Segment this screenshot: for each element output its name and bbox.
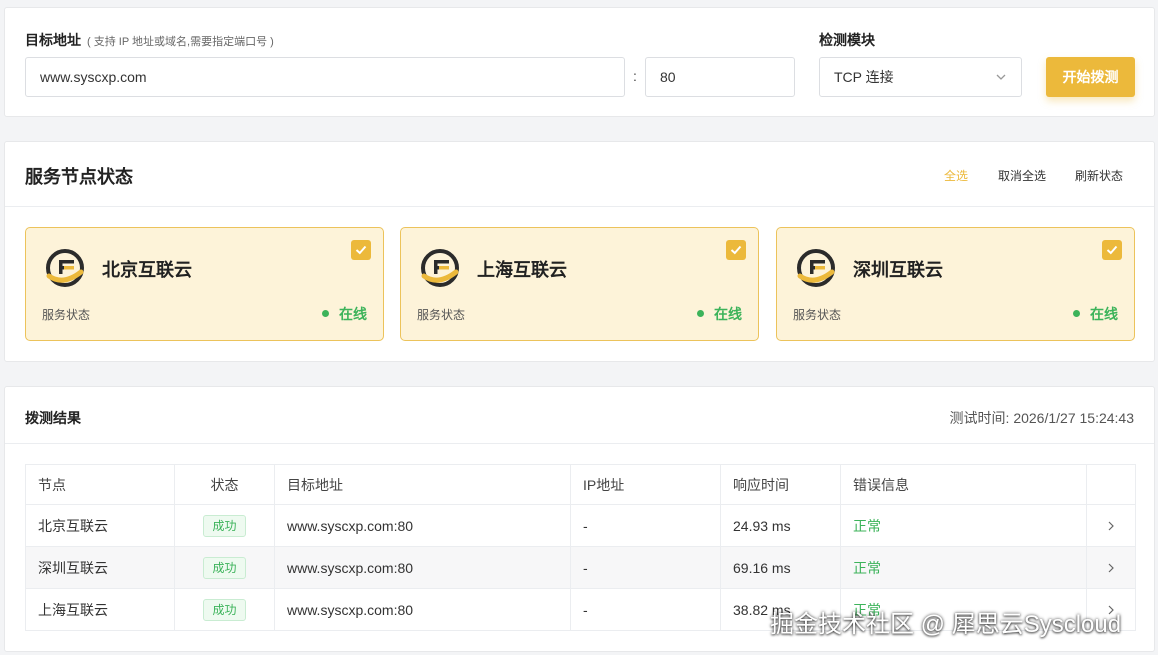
watermark: 掘金技术社区 @ 犀思云Syscloud [770, 611, 1122, 638]
cell-time: 69.16 ms [720, 546, 841, 589]
select-all-button[interactable]: 全选 [944, 167, 968, 184]
deselect-all-button[interactable]: 取消全选 [998, 167, 1046, 184]
module-label: 检测模块 [819, 32, 875, 48]
cell-target: www.syscxp.com:80 [274, 588, 571, 631]
chevron-right-icon[interactable] [1106, 521, 1116, 531]
chevron-right-icon[interactable] [1106, 563, 1116, 573]
online-dot-icon [322, 310, 329, 317]
column-header: 响应时间 [720, 464, 841, 505]
success-badge: 成功 [203, 556, 246, 579]
node-checkbox[interactable] [726, 240, 746, 260]
column-header: 状态 [174, 464, 275, 505]
cell-node: 上海互联云 [25, 588, 175, 631]
node-name: 北京互联云 [102, 260, 192, 280]
target-address-hint: ( 支持 IP 地址或域名,需要指定端口号 ) [87, 36, 274, 48]
chevron-down-icon [996, 74, 1006, 80]
column-header: 错误信息 [840, 464, 1087, 505]
node-card-shenzhen[interactable]: 深圳互联云 服务状态 在线 [776, 227, 1135, 341]
node-name: 上海互联云 [477, 260, 567, 280]
node-status-online: 在线 [322, 304, 367, 324]
cell-ip: - [570, 588, 721, 631]
column-header: 节点 [25, 464, 175, 505]
cell-error: 正常 [840, 546, 1087, 589]
cell-target: www.syscxp.com:80 [274, 546, 571, 589]
service-nodes-card: 服务节点状态 全选 取消全选 刷新状态 北京互联云 服务状态 在线 上海互联云 … [4, 141, 1155, 362]
column-header-empty [1086, 464, 1136, 505]
cell-node: 北京互联云 [25, 504, 175, 547]
success-badge: 成功 [203, 514, 246, 537]
node-status-text: 在线 [339, 306, 367, 322]
test-time: 测试时间: 2026/1/27 15:24:43 [949, 410, 1134, 426]
syscloud-logo-icon [797, 249, 835, 287]
cell-status: 成功 [174, 504, 275, 547]
node-status-label: 服务状态 [793, 308, 842, 322]
column-header: IP地址 [570, 464, 721, 505]
online-dot-icon [1073, 310, 1080, 317]
module-select-value: TCP 连接 [834, 69, 894, 85]
node-status-text: 在线 [1090, 306, 1118, 322]
target-address-label: 目标地址 ( 支持 IP 地址或域名,需要指定端口号 ) [25, 30, 274, 50]
cell-status: 成功 [174, 546, 275, 589]
table-row[interactable]: 北京互联云 成功 www.syscxp.com:80 - 24.93 ms 正常 [25, 504, 1136, 547]
cell-error: 正常 [840, 504, 1087, 547]
column-header: 目标地址 [274, 464, 571, 505]
target-address-label-text: 目标地址 [25, 32, 81, 48]
cell-node: 深圳互联云 [25, 546, 175, 589]
cell-ip: - [570, 504, 721, 547]
cell-ip: - [570, 546, 721, 589]
syscloud-logo-icon [421, 249, 459, 287]
divider [5, 443, 1154, 444]
target-address-input[interactable]: www.syscxp.com [25, 57, 625, 97]
divider [5, 206, 1154, 207]
cell-expand[interactable] [1086, 546, 1136, 589]
module-select[interactable]: TCP 连接 [819, 57, 1022, 97]
node-checkbox[interactable] [351, 240, 371, 260]
detect-form-card: 目标地址 ( 支持 IP 地址或域名,需要指定端口号 ) www.syscxp.c… [4, 7, 1155, 117]
success-badge: 成功 [203, 598, 246, 621]
node-status-online: 在线 [1073, 304, 1118, 324]
results-title: 拨测结果 [25, 410, 81, 426]
node-status-online: 在线 [697, 304, 742, 324]
checkmark-icon [1106, 245, 1118, 255]
node-card-shanghai[interactable]: 上海互联云 服务状态 在线 [400, 227, 759, 341]
cell-status: 成功 [174, 588, 275, 631]
checkmark-icon [355, 245, 367, 255]
port-input[interactable]: 80 [645, 57, 795, 97]
node-name: 深圳互联云 [853, 260, 943, 280]
table-row[interactable]: 深圳互联云 成功 www.syscxp.com:80 - 69.16 ms 正常 [25, 546, 1136, 589]
cell-time: 24.93 ms [720, 504, 841, 547]
refresh-status-button[interactable]: 刷新状态 [1075, 167, 1123, 184]
table-header-row: 节点 状态 目标地址 IP地址 响应时间 错误信息 [25, 464, 1136, 505]
online-dot-icon [697, 310, 704, 317]
node-status-text: 在线 [714, 306, 742, 322]
service-nodes-title: 服务节点状态 [25, 167, 133, 187]
cell-target: www.syscxp.com:80 [274, 504, 571, 547]
cell-expand[interactable] [1086, 504, 1136, 547]
node-checkbox[interactable] [1102, 240, 1122, 260]
node-card-beijing[interactable]: 北京互联云 服务状态 在线 [25, 227, 384, 341]
node-status-label: 服务状态 [42, 308, 91, 322]
port-separator: : [633, 68, 637, 84]
node-status-label: 服务状态 [417, 308, 466, 322]
checkmark-icon [730, 245, 742, 255]
start-test-button[interactable]: 开始拨测 [1046, 57, 1135, 97]
syscloud-logo-icon [46, 249, 84, 287]
